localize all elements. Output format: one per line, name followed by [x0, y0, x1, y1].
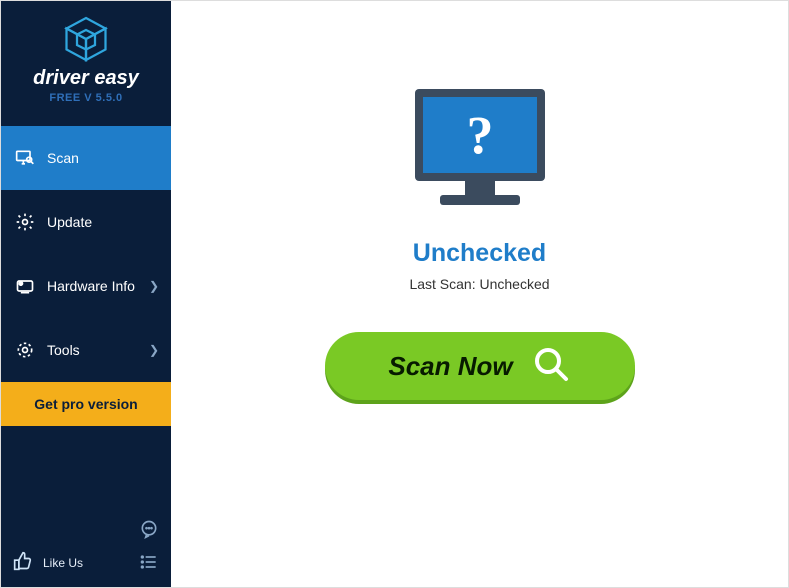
sidebar-item-scan[interactable]: Scan: [1, 126, 171, 190]
brand-name: driver easy: [1, 67, 171, 90]
svg-text:i: i: [20, 281, 21, 286]
like-us-label[interactable]: Like Us: [43, 556, 83, 570]
logo-block: driver easy FREE V 5.5.0: [1, 1, 171, 114]
sidebar-footer: Like Us: [1, 539, 171, 587]
menu-icon[interactable]: [139, 552, 159, 577]
sidebar-item-label: Update: [47, 214, 92, 230]
magnifier-icon: [531, 344, 571, 389]
sidebar: driver easy FREE V 5.5.0 Scan Update: [1, 1, 171, 587]
sidebar-item-label: Scan: [47, 150, 79, 166]
thumbs-up-icon[interactable]: [13, 551, 33, 576]
brand-version: FREE V 5.5.0: [1, 92, 171, 104]
feedback-icon[interactable]: [139, 519, 159, 544]
status-graphic: ? Unchecked Last Scan: Unchecked: [405, 81, 555, 292]
chevron-right-icon: ❯: [149, 279, 159, 293]
hardware-info-icon: i: [15, 276, 35, 296]
get-pro-button[interactable]: Get pro version: [1, 382, 171, 426]
sidebar-item-label: Hardware Info: [47, 278, 135, 294]
gear-icon: [15, 212, 35, 232]
sidebar-item-hardware-info[interactable]: i Hardware Info ❯: [1, 254, 171, 318]
sidebar-item-label: Tools: [47, 342, 80, 358]
nav: Scan Update i Hardware Info ❯: [1, 126, 171, 426]
cta-label: Get pro version: [34, 396, 137, 412]
monitor-question-icon: ?: [405, 81, 555, 221]
sidebar-item-tools[interactable]: Tools ❯: [1, 318, 171, 382]
logo-icon: [62, 15, 110, 63]
scan-now-label: Scan Now: [388, 351, 512, 382]
status-subtext: Last Scan: Unchecked: [409, 276, 549, 292]
sidebar-item-update[interactable]: Update: [1, 190, 171, 254]
monitor-search-icon: [15, 148, 35, 168]
tools-icon: [15, 340, 35, 360]
scan-now-button[interactable]: Scan Now: [325, 332, 635, 400]
main-panel: ? Unchecked Last Scan: Unchecked Scan No…: [171, 1, 788, 587]
chevron-right-icon: ❯: [149, 343, 159, 357]
status-title: Unchecked: [413, 239, 546, 268]
svg-text:?: ?: [466, 105, 493, 165]
